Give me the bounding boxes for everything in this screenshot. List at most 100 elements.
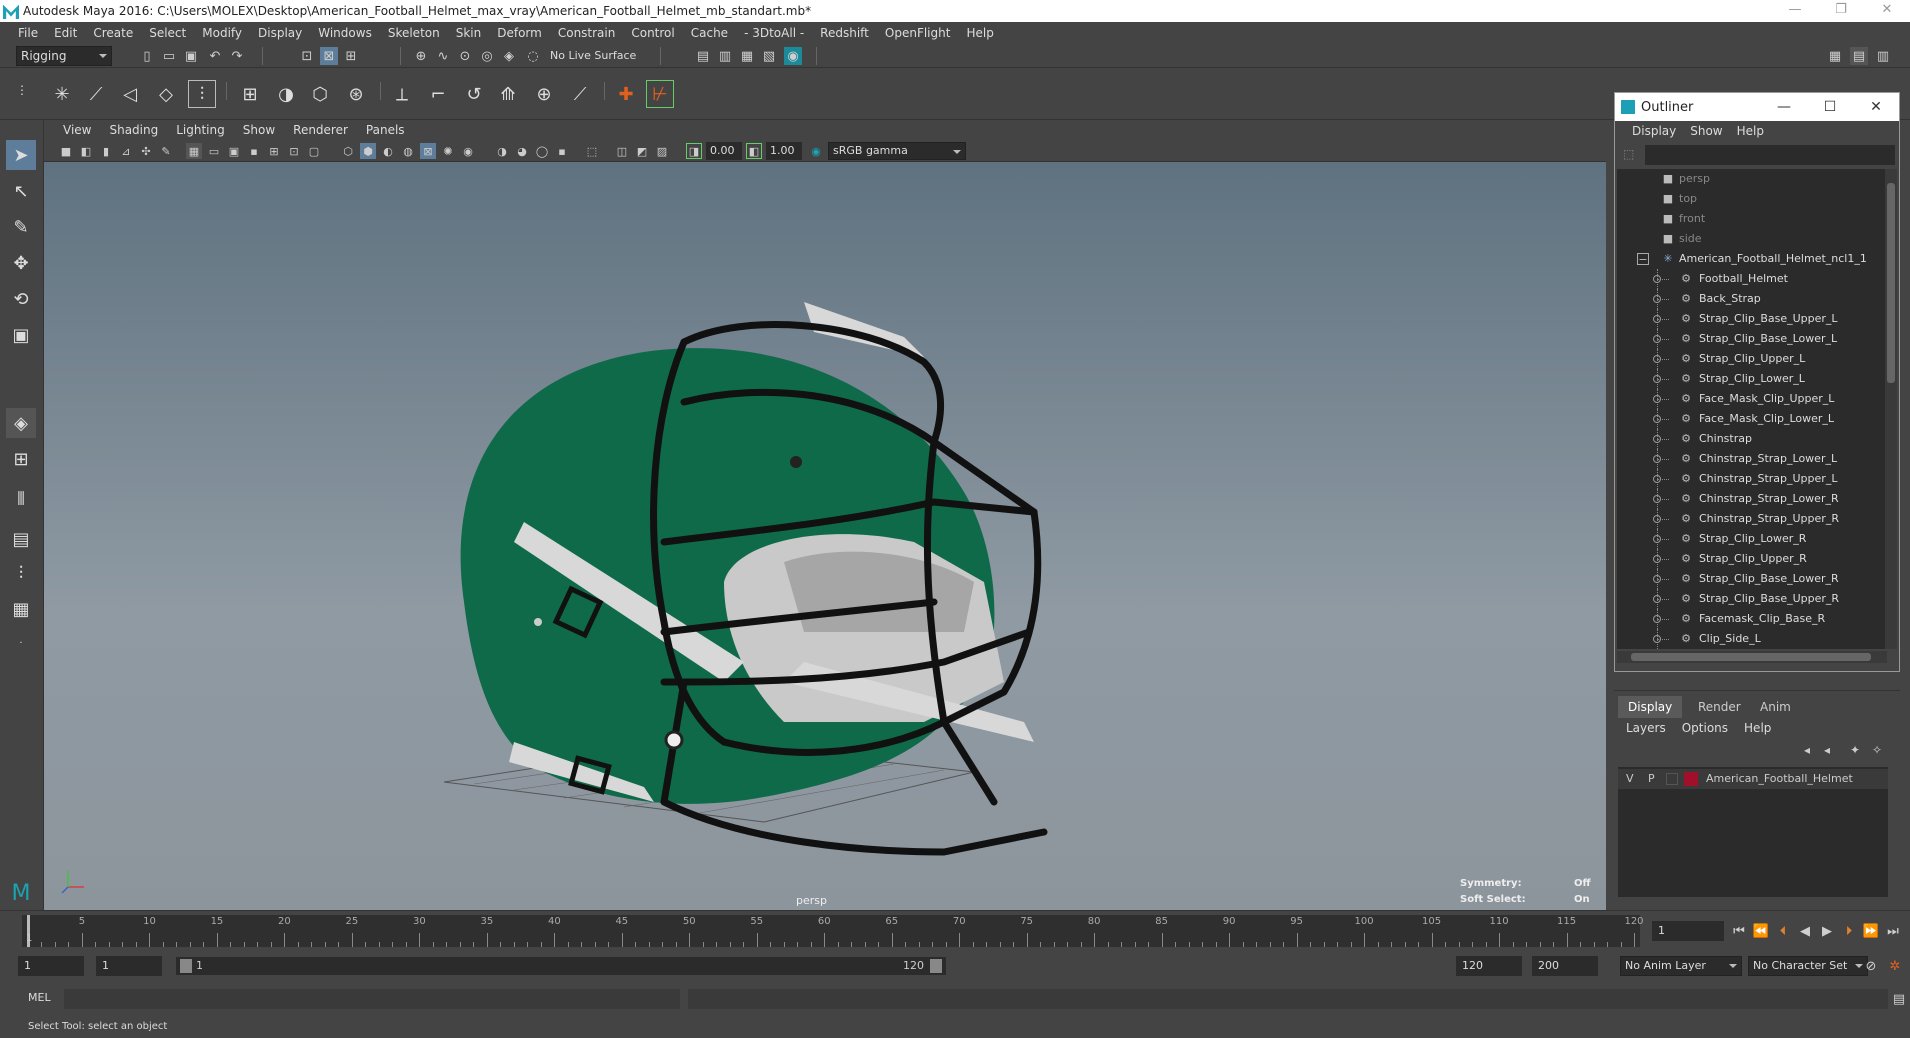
new-scene-icon[interactable]: ▯ [138, 47, 156, 65]
outliner-item[interactable]: ⚙ Facemask_Clip_Base_R [1617, 609, 1887, 629]
menu-redshift[interactable]: Redshift [812, 26, 877, 40]
select-tool-icon[interactable]: ➤ [6, 140, 36, 170]
range-end-handle[interactable] [930, 959, 942, 973]
layer-playback-toggle[interactable]: P [1648, 769, 1655, 789]
menu-modify[interactable]: Modify [194, 26, 250, 40]
outliner-vertical-scrollbar[interactable] [1885, 169, 1897, 649]
timeline-ruler[interactable]: 5 10 15 20 25 30 35 40 45 50 55 60 65 70 75 80 85 90 95 100… [22, 915, 1644, 947]
outliner-close-button[interactable]: ✕ [1853, 93, 1899, 121]
resolution-gate-icon[interactable]: ▣ [226, 143, 242, 159]
outliner-item[interactable]: ⚙ Face_Mask_Clip_Lower_L [1617, 409, 1887, 429]
expand-icon[interactable] [1653, 615, 1661, 623]
gamma-icon[interactable]: ◧ [746, 143, 762, 159]
isolate-select-icon[interactable]: ⬚ [584, 143, 600, 159]
undo-icon[interactable]: ↶ [206, 47, 224, 65]
panel-menu-show[interactable]: Show [234, 123, 284, 137]
safe-action-icon[interactable]: ⊡ [286, 143, 302, 159]
step-forward-frame-icon[interactable]: ⏵ [1840, 922, 1858, 940]
outliner-camera-side[interactable]: ■ side [1617, 229, 1887, 249]
expand-icon[interactable] [1653, 555, 1661, 563]
side-by-side-icon[interactable]: ⫴ [6, 484, 36, 514]
outliner-item[interactable]: ⚙ Strap_Clip_Upper_R [1617, 549, 1887, 569]
channel-box-tab-strip[interactable] [1900, 120, 1910, 910]
menu-openflight[interactable]: OpenFlight [877, 26, 959, 40]
snap-point-icon[interactable]: ⊙ [456, 47, 474, 65]
outliner-horizontal-scrollbar[interactable] [1617, 651, 1887, 663]
playback-end-field[interactable]: 120 [1456, 956, 1522, 976]
outliner-item[interactable]: ⚙ Strap_Clip_Base_Lower_L [1617, 329, 1887, 349]
expand-icon[interactable] [1653, 435, 1661, 443]
ik-handle-icon[interactable]: ⟋ [82, 80, 110, 108]
script-language-label[interactable]: MEL [28, 991, 51, 1004]
layer-color-swatch[interactable] [1684, 772, 1698, 786]
outliner-item[interactable]: ⚙ Football_Helmet [1617, 269, 1887, 289]
insert-joint-icon[interactable]: ◇ [152, 80, 180, 108]
camera-attributes-icon[interactable]: ◧ [78, 143, 94, 159]
play-backwards-icon[interactable]: ◀ [1796, 922, 1814, 940]
range-start-handle[interactable] [180, 959, 192, 973]
layer-move-up-icon[interactable]: ◂ [1804, 743, 1810, 757]
tab-anim[interactable]: Anim [1750, 696, 1801, 718]
outliner-camera-persp[interactable]: ■ persp [1617, 169, 1887, 189]
go-to-start-icon[interactable]: ⏮ [1730, 922, 1748, 940]
character-set-dropdown[interactable]: No Character Set [1748, 956, 1868, 976]
filter-icon[interactable]: ⬚ [1623, 147, 1634, 161]
expand-icon[interactable] [1653, 335, 1661, 343]
ik-spline-icon[interactable]: ◁ [116, 80, 144, 108]
menu-set-dropdown[interactable]: Rigging [16, 46, 112, 66]
outliner-item[interactable]: ⚙ Strap_Clip_Base_Upper_L [1617, 309, 1887, 329]
field-chart-icon[interactable]: ⊞ [266, 143, 282, 159]
expand-icon[interactable] [1653, 495, 1661, 503]
panel-menu-renderer[interactable]: Renderer [284, 123, 357, 137]
scroll-thumb[interactable] [1887, 183, 1895, 383]
hypershade-layout-icon[interactable]: ▦ [6, 594, 36, 624]
snap-view-icon[interactable]: ◎ [478, 47, 496, 65]
outliner-item[interactable]: ⚙ Strap_Clip_Upper_L [1617, 349, 1887, 369]
bookmark-icon[interactable]: ▮ [98, 143, 114, 159]
rotate-tool-icon[interactable]: ⟲ [6, 284, 36, 314]
locator-icon[interactable]: ✚ [612, 80, 640, 108]
layers-menu-layers[interactable]: Layers [1618, 721, 1674, 735]
scroll-thumb[interactable] [1631, 653, 1871, 661]
four-pane-icon[interactable]: ⊞ [6, 444, 36, 474]
render-view-icon[interactable]: ▤ [694, 47, 712, 65]
script-editor-icon[interactable]: ▤ [1890, 990, 1908, 1008]
layout-icon[interactable]: ▤ [1850, 47, 1868, 65]
outliner-minimize-button[interactable]: — [1761, 93, 1807, 121]
outliner-maximize-button[interactable]: ☐ [1807, 93, 1853, 121]
redo-icon[interactable]: ↷ [228, 47, 246, 65]
film-gate-icon[interactable]: ▭ [206, 143, 222, 159]
outliner-menu-help[interactable]: Help [1730, 124, 1771, 138]
motion-blur-icon[interactable]: ◕ [514, 143, 530, 159]
menu-edit[interactable]: Edit [46, 26, 85, 40]
point-constraint-icon[interactable]: ⌐ [424, 80, 452, 108]
panel-menu-panels[interactable]: Panels [357, 123, 414, 137]
tab-render[interactable]: Render [1688, 696, 1751, 718]
expand-icon[interactable] [1653, 455, 1661, 463]
aim-constraint-icon[interactable]: ↺ [460, 80, 488, 108]
outliner-item[interactable]: ⚙ Chinstrap_Strap_Lower_R [1617, 489, 1887, 509]
panel-menu-lighting[interactable]: Lighting [167, 123, 234, 137]
outliner-menu-display[interactable]: Display [1625, 124, 1683, 138]
outliner-item[interactable]: ⚙ Face_Mask_Clip_Upper_L [1617, 389, 1887, 409]
outliner-list[interactable]: ■ persp ■ top ■ front ■ side − ✳ American_Football… [1617, 169, 1887, 649]
pole-vector-icon[interactable]: ⟋ [566, 80, 594, 108]
screen-space-ao-icon[interactable]: ◑ [494, 143, 510, 159]
collapse-icon[interactable]: − [1637, 253, 1649, 265]
new-layer-selected-icon[interactable]: ✧ [1872, 743, 1882, 757]
snap-surface-icon[interactable]: ◈ [500, 47, 518, 65]
menu-skeleton[interactable]: Skeleton [380, 26, 448, 40]
preferences-icon[interactable]: ✲ [1886, 957, 1904, 975]
lattice-icon[interactable]: ⊞ [236, 80, 264, 108]
move-tool-icon[interactable]: ✥ [6, 248, 36, 278]
menu-cache[interactable]: Cache [683, 26, 736, 40]
expand-icon[interactable] [1653, 375, 1661, 383]
outliner-item[interactable]: ⚙ Strap_Clip_Base_Upper_R [1617, 589, 1887, 609]
outliner-menu-show[interactable]: Show [1683, 124, 1729, 138]
range-bar[interactable]: 1 120 [176, 957, 946, 975]
step-back-frame-icon[interactable]: ⏴ [1774, 922, 1792, 940]
outliner-item[interactable]: ⚙ Chinstrap [1617, 429, 1887, 449]
outliner-search-input[interactable] [1645, 145, 1895, 165]
channel-box-toggle-icon[interactable]: ▥ [1874, 47, 1892, 65]
cluster-icon[interactable]: ◑ [272, 80, 300, 108]
